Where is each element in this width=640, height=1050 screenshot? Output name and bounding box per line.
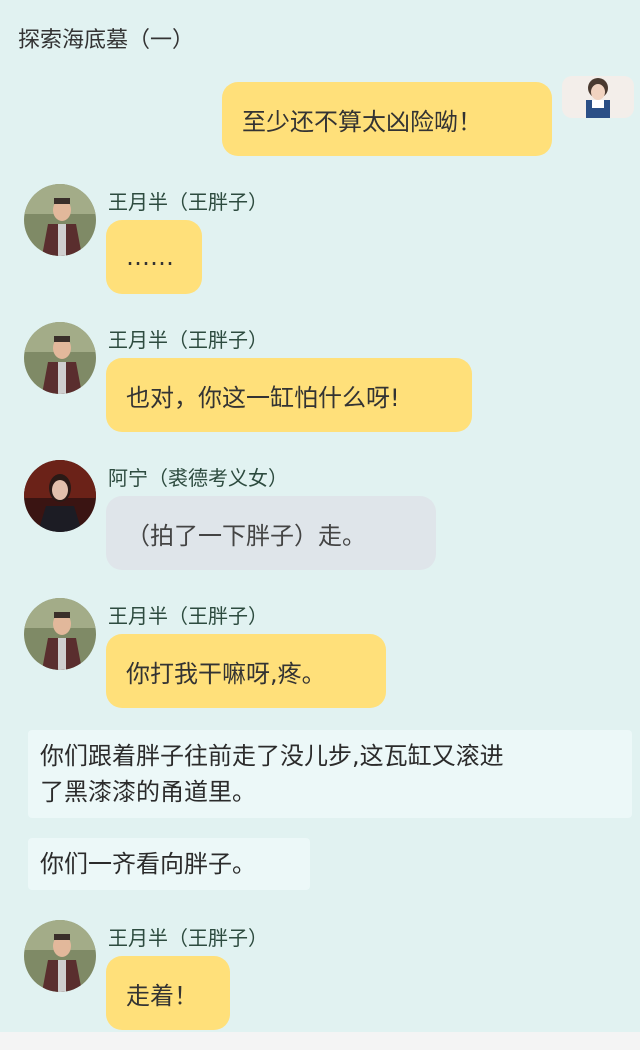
narration-line: 你们跟着胖子往前走了没儿步,这瓦缸又滚进: [40, 742, 504, 770]
message-bubble: ……: [106, 220, 202, 294]
narration-box: 你们跟着胖子往前走了没儿步,这瓦缸又滚进 了黑漆漆的甬道里。: [28, 730, 632, 818]
message-bubble: 也对，你这一缸怕什么呀!: [106, 358, 472, 432]
bottom-bar: [0, 1032, 640, 1050]
speaker-name: 王月半（王胖子）: [108, 604, 268, 628]
speaker-name: 王月半（王胖子）: [108, 926, 268, 950]
narration-line: 了黑漆漆的甬道里。: [40, 778, 256, 806]
aning-avatar[interactable]: [24, 460, 96, 532]
message-bubble: 你打我干嘛呀,疼。: [106, 634, 386, 708]
wangpangzi-avatar[interactable]: [24, 184, 96, 256]
message-bubble-user: 至少还不算太凶险呦！: [222, 82, 552, 156]
narration-line: 你们一齐看向胖子。: [40, 850, 256, 878]
narration-box: 你们一齐看向胖子。: [28, 838, 310, 890]
speaker-name: 阿宁（裘德考义女）: [108, 466, 288, 490]
speaker-name: 王月半（王胖子）: [108, 190, 268, 214]
message-bubble: 走着！: [106, 956, 230, 1030]
story-title: 探索海底墓（一）: [18, 28, 195, 53]
wangpangzi-avatar[interactable]: [24, 598, 96, 670]
message-bubble: （拍了一下胖子）走。: [106, 496, 436, 570]
wangpangzi-avatar[interactable]: [24, 920, 96, 992]
user-avatar[interactable]: [562, 76, 634, 118]
speaker-name: 王月半（王胖子）: [108, 328, 268, 352]
wangpangzi-avatar[interactable]: [24, 322, 96, 394]
